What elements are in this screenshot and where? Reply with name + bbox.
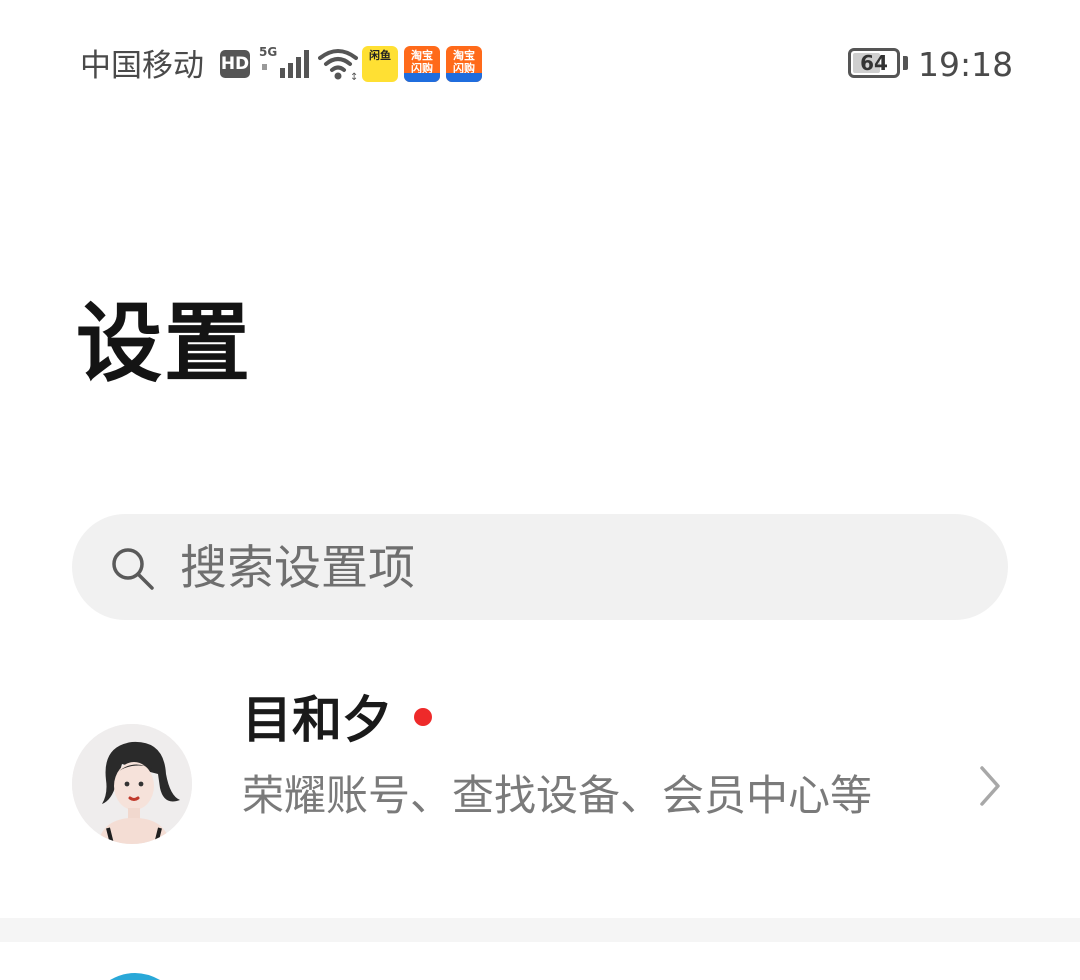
chevron-right-icon[interactable] xyxy=(972,764,1006,808)
taobao-flash-app-icon-2: 淘宝 闪购 xyxy=(446,46,482,82)
taobao-icon-line1: 淘宝 xyxy=(411,49,433,62)
section-divider xyxy=(0,918,1080,942)
xianyu-icon-label: 闲鱼 xyxy=(369,49,391,62)
carrier-name: 中国移动 xyxy=(80,48,204,84)
status-clock: 19:18 xyxy=(918,45,1014,84)
status-bar: 中国移动 HD 5G ↕ 闲鱼 淘宝 闪购 淘宝 闪购 64 19:18 xyxy=(0,0,1080,130)
avatar-portrait-icon xyxy=(72,724,192,844)
notification-dot xyxy=(414,708,432,726)
account-name[interactable]: 目和夕 xyxy=(242,690,392,750)
taobao-icon-line1: 淘宝 xyxy=(453,49,475,62)
account-description[interactable]: 荣耀账号、查找设备、会员中心等 xyxy=(242,764,932,828)
next-item-icon-peek xyxy=(110,973,160,980)
page-title: 设置 xyxy=(76,294,252,394)
hd-voice-icon: HD xyxy=(220,50,250,78)
cellular-signal-icon: 5G xyxy=(259,45,309,78)
network-type-label: 5G xyxy=(259,45,277,59)
taobao-flash-app-icon: 淘宝 闪购 xyxy=(404,46,440,82)
battery-icon: 64 xyxy=(848,48,900,78)
avatar[interactable] xyxy=(72,724,192,844)
xianyu-app-icon: 闲鱼 xyxy=(362,46,398,82)
battery-level: 64 xyxy=(860,51,888,75)
svg-text:↕: ↕ xyxy=(350,72,358,82)
search-icon xyxy=(112,548,154,590)
wifi-icon: ↕ xyxy=(318,49,358,82)
search-placeholder[interactable]: 搜索设置项 xyxy=(180,538,415,600)
